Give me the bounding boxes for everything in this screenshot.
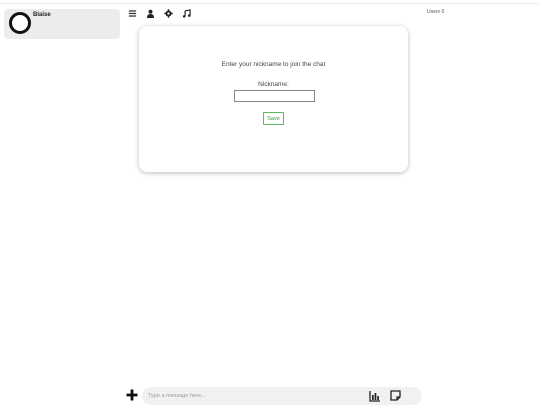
settings-button[interactable] [163,8,173,18]
menu-icon [128,9,136,17]
chart-icon[interactable] [369,390,381,402]
menu-button[interactable] [127,8,137,18]
gear-icon [163,8,173,18]
users-count: Users 0 [427,9,445,15]
modal-prompt: Enter your nickname to join the chat [221,61,326,68]
music-button[interactable] [181,8,191,18]
plus-icon[interactable] [126,389,138,401]
message-composer [142,387,422,405]
music-icon [182,8,191,18]
message-input[interactable] [148,391,348,401]
top-toolbar [127,7,191,19]
nickname-modal: Enter your nickname to join the chat Nic… [139,26,408,172]
user-name: Blaise [33,12,51,18]
nickname-input[interactable] [234,90,315,102]
nickname-label: Nickname: [258,81,289,88]
top-divider [0,3,540,4]
user-icon [146,9,154,18]
save-button[interactable]: Save [263,112,284,125]
sticky-note-icon[interactable] [390,390,401,401]
profile-button[interactable] [145,8,155,18]
current-user-card[interactable]: Blaise [4,9,120,39]
avatar [9,12,31,34]
